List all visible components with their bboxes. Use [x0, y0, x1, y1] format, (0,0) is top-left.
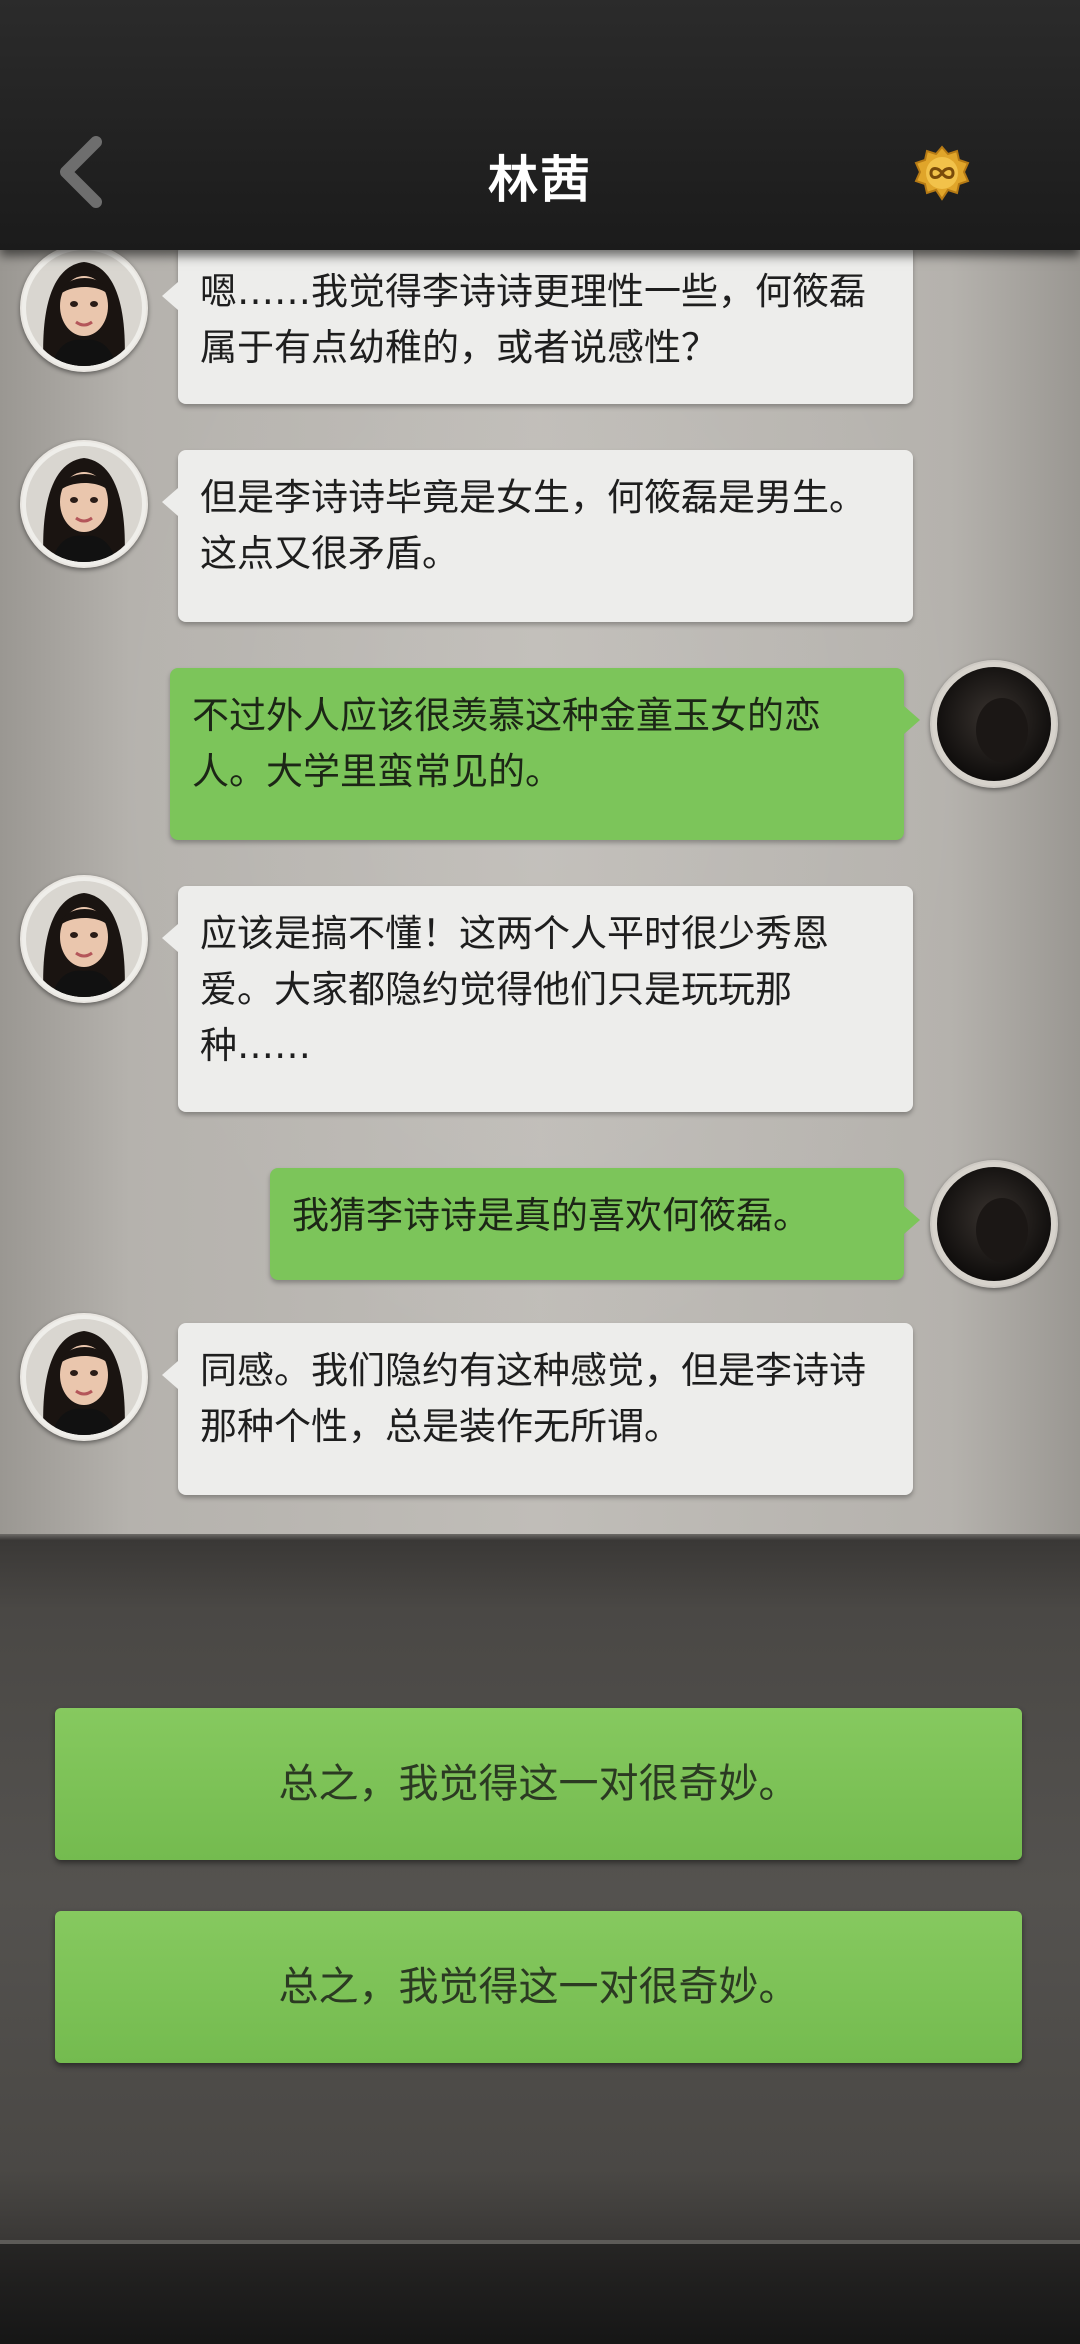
avatar[interactable]	[20, 875, 148, 1003]
avatar[interactable]	[20, 1313, 148, 1441]
avatar[interactable]	[930, 660, 1058, 788]
message-bubble-incoming[interactable]: 同感。我们隐约有这种感觉，但是李诗诗那种个性，总是装作无所谓。	[162, 1323, 913, 1495]
reply-choice-button[interactable]: 总之，我觉得这一对很奇妙。	[55, 1708, 1022, 1860]
avatar[interactable]	[20, 250, 148, 372]
user-avatar-icon	[932, 662, 1056, 786]
message-bubble-incoming[interactable]: 但是李诗诗毕竟是女生，何筱磊是男生。这点又很矛盾。	[162, 450, 913, 622]
user-avatar-icon	[932, 1162, 1056, 1286]
girl-avatar-icon	[22, 877, 146, 1001]
reply-choice-button[interactable]: 总之，我觉得这一对很奇妙。	[55, 1911, 1022, 2063]
girl-avatar-icon	[22, 442, 146, 566]
top-bar: 林茜	[0, 0, 1080, 250]
girl-avatar-icon	[22, 1315, 146, 1439]
reply-options-panel: 总之，我觉得这一对很奇妙。 总之，我觉得这一对很奇妙。	[0, 1540, 1080, 2240]
avatar[interactable]	[930, 1160, 1058, 1288]
coin-button[interactable]	[914, 145, 970, 201]
message-bubble-outgoing[interactable]: 我猜李诗诗是真的喜欢何筱磊。	[270, 1168, 920, 1280]
avatar[interactable]	[20, 440, 148, 568]
infinity-coin-icon	[914, 145, 970, 201]
message-bubble-incoming[interactable]: 嗯……我觉得李诗诗更理性一些，何筱磊属于有点幼稚的，或者说感性？	[162, 250, 913, 404]
message-bubble-incoming[interactable]: 应该是搞不懂！这两个人平时很少秀恩爱。大家都隐约觉得他们只是玩玩那种……	[162, 886, 913, 1112]
chat-area[interactable]: 嗯……我觉得李诗诗更理性一些，何筱磊属于有点幼稚的，或者说感性？ 但是李诗诗毕竟…	[0, 250, 1080, 1540]
message-bubble-outgoing[interactable]: 不过外人应该很羡慕这种金童玉女的恋人。大学里蛮常见的。	[170, 668, 920, 840]
girl-avatar-icon	[22, 250, 146, 370]
bottom-bar	[0, 2240, 1080, 2344]
